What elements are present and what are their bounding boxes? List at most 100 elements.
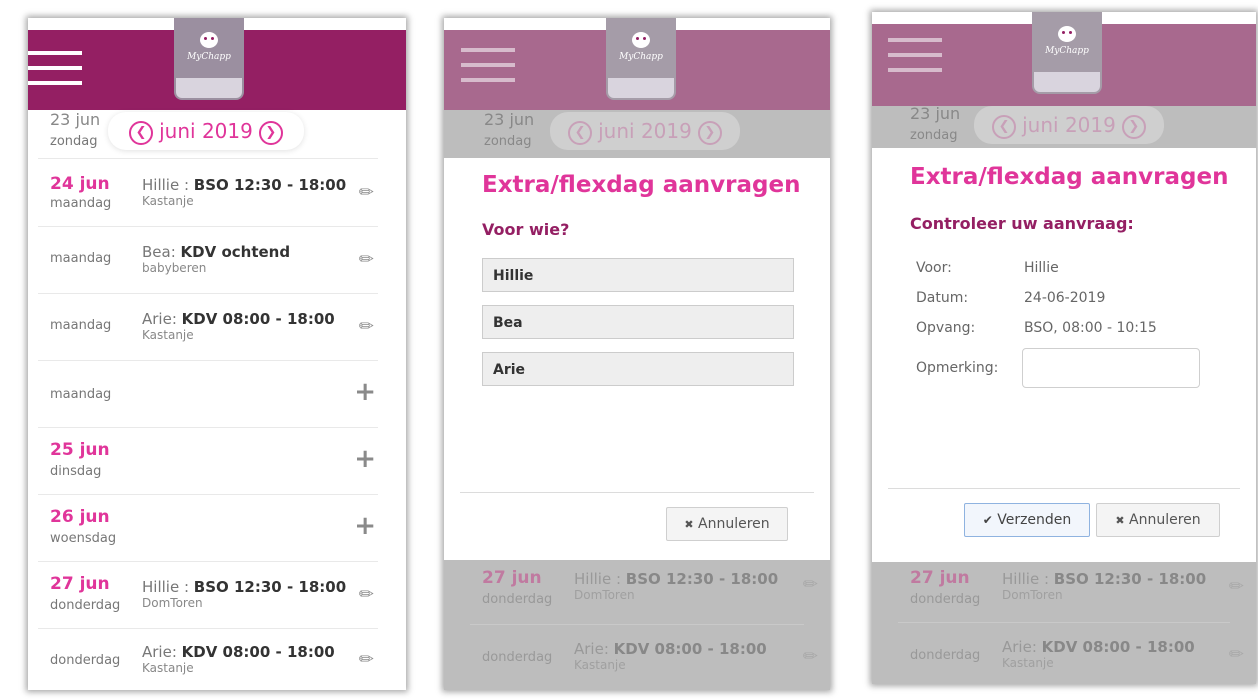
agenda-row[interactable]: maandag Arie: KDV 08:00 - 18:00 Kastanje… [38, 294, 378, 361]
confirm-request-screen: MyChapp 23 jun zondag ❮ juni 2019 ❯ Extra/… [872, 12, 1256, 684]
plus-icon[interactable]: + [354, 511, 376, 541]
next-month-icon: ❯ [1121, 114, 1146, 139]
row-booking: Arie: KDV 08:00 - 18:00 [1002, 638, 1195, 656]
row-location: DomToren [142, 596, 203, 610]
month-label: juni 2019 [1022, 113, 1116, 137]
row-date: 27 jun [482, 568, 542, 588]
row-location: DomToren [1002, 588, 1063, 602]
modal-footer: ✔ Verzenden ✖ Annuleren [888, 488, 1240, 563]
mychapp-logo: MyChapp [606, 18, 676, 100]
row-booking: Hillie : BSO 12:30 - 18:00 [1002, 570, 1207, 588]
pencil-icon[interactable]: ✏ [359, 584, 374, 605]
hamburger-icon[interactable] [28, 51, 82, 96]
agenda-row[interactable]: 26 jun woensdag + [38, 495, 378, 562]
next-month-icon[interactable]: ❯ [258, 120, 283, 145]
row-day: woensdag [50, 531, 117, 546]
check-icon: ✔ [982, 513, 993, 527]
row-day: maandag [50, 251, 112, 266]
row-date: 25 jun [50, 440, 110, 460]
submit-button[interactable]: ✔ Verzenden [964, 503, 1090, 537]
plus-icon[interactable]: + [354, 444, 376, 474]
dimmed-agenda: 27 jun donderdag Hillie : BSO 12:30 - 18… [444, 560, 830, 690]
field-value: Hillie [1024, 260, 1059, 276]
month-label: juni 2019 [598, 119, 692, 143]
field-label: Opvang: [916, 320, 976, 336]
mychapp-logo: MyChapp [1032, 12, 1102, 94]
cancel-button[interactable]: ✖ Annuleren [1096, 503, 1220, 537]
hamburger-icon [888, 38, 942, 83]
row-booking: Arie: KDV 08:00 - 18:00 [142, 643, 335, 661]
agenda-row[interactable]: maandag Bea: KDV ochtend babyberen ✏ [38, 227, 378, 294]
prev-month-icon: ❮ [992, 114, 1017, 139]
agenda-row: 27 jun donderdag Hillie : BSO 12:30 - 18… [470, 560, 818, 625]
remark-input[interactable] [1022, 348, 1200, 388]
modal-question: Voor wie? [482, 220, 570, 239]
row-booking: Hillie : BSO 12:30 - 18:00 [142, 578, 347, 596]
row-day: donderdag [482, 650, 553, 665]
agenda-row[interactable]: 27 jun donderdag Hillie : BSO 12:30 - 18… [38, 562, 378, 629]
logo-text: MyChapp [1045, 46, 1089, 56]
row-day: donderdag [910, 592, 981, 607]
child-option-hillie[interactable]: Hillie [482, 258, 794, 292]
modal-footer: ✖ Annuleren [460, 492, 814, 561]
confirm-modal: Extra/flexdag aanvragen Controleer uw aa… [872, 148, 1256, 562]
field-value: BSO, 08:00 - 10:15 [1024, 320, 1157, 336]
row-location: Kastanje [574, 658, 626, 672]
row-day: maandag [50, 387, 112, 402]
prev-month-icon[interactable]: ❮ [129, 120, 154, 145]
select-child-modal: Extra/flexdag aanvragen Voor wie? Hillie… [460, 158, 814, 560]
next-month-icon: ❯ [697, 120, 722, 145]
pencil-icon[interactable]: ✏ [359, 316, 374, 337]
logo-text: MyChapp [187, 52, 231, 62]
agenda-row[interactable]: 25 jun dinsdag + [38, 428, 378, 495]
baby-face-icon [200, 32, 218, 48]
agenda-row[interactable]: 24 jun maandag Hillie : BSO 12:30 - 18:0… [38, 160, 378, 227]
pencil-icon: ✏ [802, 646, 818, 667]
row-day: donderdag [910, 648, 981, 663]
row-date: 23 jun [484, 110, 535, 129]
row-day: zondag [484, 134, 532, 149]
child-option-bea[interactable]: Bea [482, 305, 794, 339]
pencil-icon[interactable]: ✏ [359, 249, 374, 270]
row-date: 24 jun [50, 174, 110, 194]
dimmed-agenda: 27 jun donderdag Hillie : BSO 12:30 - 18… [872, 562, 1256, 684]
child-option-arie[interactable]: Arie [482, 352, 794, 386]
agenda-row: 27 jun donderdag Hillie : BSO 12:30 - 18… [898, 562, 1244, 623]
row-date: 23 jun [910, 104, 961, 123]
row-day: donderdag [50, 598, 121, 613]
row-day: zondag [910, 128, 958, 143]
row-booking: Arie: KDV 08:00 - 18:00 [574, 640, 767, 658]
agenda-row[interactable]: donderdag Arie: KDV 08:00 - 18:00 Kastan… [38, 629, 378, 690]
pencil-icon: ✏ [1228, 576, 1244, 597]
month-label: juni 2019 [159, 119, 253, 143]
row-location: babyberen [142, 261, 207, 275]
agenda-screen: MyChapp 23 jun zondag ❮ juni 2019 ❯ 24 jun… [28, 18, 406, 690]
modal-heading: Controleer uw aanvraag: [910, 214, 1134, 233]
row-location: Kastanje [1002, 656, 1054, 670]
row-date: 26 jun [50, 507, 110, 527]
month-navigator: ❮ juni 2019 ❯ [550, 112, 740, 150]
pencil-icon: ✏ [1228, 644, 1244, 665]
row-day: dinsdag [50, 464, 102, 479]
agenda-row: donderdag Arie: KDV 08:00 - 18:00 Kastan… [898, 624, 1244, 684]
row-location: Kastanje [142, 328, 194, 342]
logo-text: MyChapp [619, 52, 663, 62]
row-day: maandag [50, 318, 112, 333]
cancel-button[interactable]: ✖ Annuleren [666, 507, 788, 541]
baby-face-icon [1058, 26, 1076, 42]
row-date: 27 jun [50, 574, 110, 594]
plus-icon[interactable]: + [354, 377, 376, 407]
field-value: 24-06-2019 [1024, 290, 1106, 306]
pencil-icon[interactable]: ✏ [359, 182, 374, 203]
select-child-screen: MyChapp 23 jun zondag ❮ juni 2019 ❯ Extra/… [444, 18, 830, 690]
hamburger-icon [461, 48, 515, 93]
agenda-row[interactable]: maandag + [38, 361, 378, 428]
row-location: Kastanje [142, 661, 194, 675]
row-booking: Arie: KDV 08:00 - 18:00 [142, 310, 335, 328]
dimmed-background: 23 jun zondag ❮ juni 2019 ❯ [444, 110, 830, 158]
x-icon: ✖ [1115, 514, 1125, 527]
row-day: donderdag [50, 653, 121, 668]
pencil-icon[interactable]: ✏ [359, 649, 374, 670]
row-date: 23 jun [50, 110, 101, 129]
field-label: Datum: [916, 290, 969, 306]
